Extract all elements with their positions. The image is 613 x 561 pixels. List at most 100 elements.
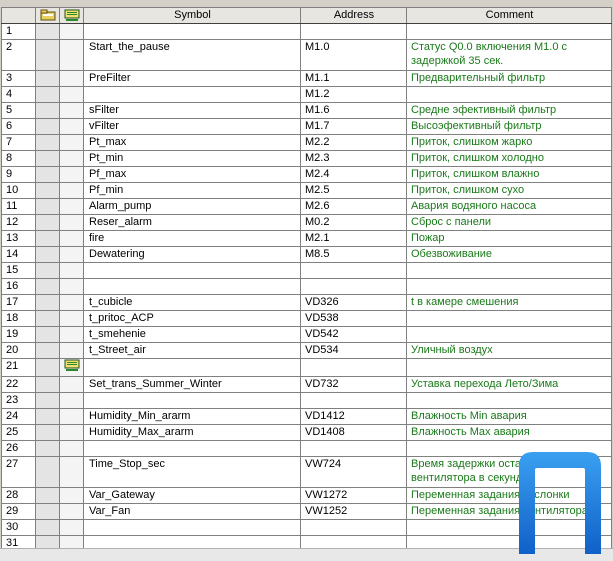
symbol-cell[interactable]: sFilter xyxy=(83,102,301,119)
symbol-cell[interactable]: Pt_min xyxy=(83,150,301,167)
symbol-cell[interactable]: t_cubicle xyxy=(83,294,301,311)
symbol-cell[interactable]: Set_trans_Summer_Winter xyxy=(83,376,301,393)
table-row[interactable]: 24 Humidity_Min_ararm VD1412 Влажность Min … xyxy=(1,408,612,425)
row-number-cell[interactable]: 12 xyxy=(1,214,36,231)
pou-flag-cell[interactable] xyxy=(59,278,84,295)
symbol-cell[interactable]: Pf_max xyxy=(83,166,301,183)
address-cell[interactable]: M2.5 xyxy=(300,182,407,199)
comment-cell[interactable]: Влажность Min авария xyxy=(406,408,612,425)
folder-flag-cell[interactable] xyxy=(35,230,60,247)
folder-flag-cell[interactable] xyxy=(35,214,60,231)
address-cell[interactable]: M1.6 xyxy=(300,102,407,119)
symbol-cell[interactable]: Var_Fan xyxy=(83,503,301,520)
folder-flag-cell[interactable] xyxy=(35,150,60,167)
row-number-cell[interactable]: 9 xyxy=(1,166,36,183)
symbol-cell[interactable]: Humidity_Min_ararm xyxy=(83,408,301,425)
table-row[interactable]: 1 xyxy=(1,23,612,40)
pou-flag-cell[interactable] xyxy=(59,262,84,279)
row-number-cell[interactable]: 18 xyxy=(1,310,36,327)
row-number-cell[interactable]: 4 xyxy=(1,86,36,103)
address-cell[interactable]: M2.6 xyxy=(300,198,407,215)
table-row[interactable]: 19 t_smehenie VD542 xyxy=(1,326,612,343)
folder-flag-cell[interactable] xyxy=(35,166,60,183)
folder-flag-cell[interactable] xyxy=(35,326,60,343)
pou-flag-cell[interactable] xyxy=(59,519,84,536)
address-cell[interactable]: M1.0 xyxy=(300,39,407,71)
address-cell[interactable]: M2.4 xyxy=(300,166,407,183)
comment-cell[interactable]: Уставка перехода Лето/Зима xyxy=(406,376,612,393)
comment-cell[interactable]: Приток, слишком сухо xyxy=(406,182,612,199)
comment-cell[interactable]: t в камере смешения xyxy=(406,294,612,311)
address-cell[interactable]: VD542 xyxy=(300,326,407,343)
table-row[interactable]: 7 Pt_max M2.2 Приток, слишком жарко xyxy=(1,134,612,151)
symbol-cell[interactable] xyxy=(83,262,301,279)
comment-cell[interactable]: Предварительный фильтр xyxy=(406,70,612,87)
comment-cell[interactable]: Авария водяного насоса xyxy=(406,198,612,215)
symbol-cell[interactable]: Dewatering xyxy=(83,246,301,263)
symbol-cell[interactable] xyxy=(83,392,301,409)
comment-cell[interactable]: Уличный воздух xyxy=(406,342,612,359)
symbol-cell[interactable]: Time_Stop_sec xyxy=(83,456,301,488)
table-row[interactable]: 15 xyxy=(1,262,612,279)
folder-flag-cell[interactable] xyxy=(35,102,60,119)
row-number-cell[interactable]: 2 xyxy=(1,39,36,71)
address-cell[interactable]: M2.2 xyxy=(300,134,407,151)
row-number-cell[interactable]: 17 xyxy=(1,294,36,311)
folder-flag-cell[interactable] xyxy=(35,408,60,425)
pou-flag-cell[interactable] xyxy=(59,39,84,71)
folder-flag-cell[interactable] xyxy=(35,440,60,457)
table-row[interactable]: 2 Start_the_pause M1.0 Статус Q0.0 включени… xyxy=(1,39,612,71)
row-number-cell[interactable]: 21 xyxy=(1,358,36,377)
address-cell[interactable]: M1.2 xyxy=(300,86,407,103)
table-row[interactable]: 23 xyxy=(1,392,612,409)
folder-flag-cell[interactable] xyxy=(35,310,60,327)
address-cell[interactable]: VD534 xyxy=(300,342,407,359)
folder-flag-cell[interactable] xyxy=(35,456,60,488)
pou-flag-cell[interactable] xyxy=(59,310,84,327)
pou-flag-cell[interactable] xyxy=(59,23,84,40)
comment-cell[interactable]: Приток, слишком жарко xyxy=(406,134,612,151)
symbol-cell[interactable]: t_smehenie xyxy=(83,326,301,343)
pou-flag-cell[interactable] xyxy=(59,166,84,183)
address-cell[interactable]: VD538 xyxy=(300,310,407,327)
pou-flag-cell[interactable] xyxy=(59,440,84,457)
comment-cell[interactable]: Статус Q0.0 включения M1.0 с задержкой 3… xyxy=(406,39,612,71)
symbol-cell[interactable]: t_Street_air xyxy=(83,342,301,359)
symbol-cell[interactable]: PreFilter xyxy=(83,70,301,87)
folder-flag-cell[interactable] xyxy=(35,39,60,71)
row-number-cell[interactable]: 7 xyxy=(1,134,36,151)
table-row[interactable]: 10 Pf_min M2.5 Приток, слишком сухо xyxy=(1,182,612,199)
folder-flag-cell[interactable] xyxy=(35,424,60,441)
symbol-cell[interactable]: Var_Gateway xyxy=(83,487,301,504)
address-cell[interactable] xyxy=(300,23,407,40)
symbol-cell[interactable]: Reser_alarm xyxy=(83,214,301,231)
symbol-cell[interactable]: Alarm_pump xyxy=(83,198,301,215)
address-cell[interactable] xyxy=(300,358,407,377)
address-cell[interactable]: M2.3 xyxy=(300,150,407,167)
symbol-cell[interactable] xyxy=(83,278,301,295)
folder-flag-cell[interactable] xyxy=(35,246,60,263)
row-number-cell[interactable]: 28 xyxy=(1,487,36,504)
table-row[interactable]: 21 xyxy=(1,358,612,377)
pou-flag-cell[interactable] xyxy=(59,342,84,359)
symbol-cell[interactable] xyxy=(83,86,301,103)
folder-flag-cell[interactable] xyxy=(35,278,60,295)
address-cell[interactable] xyxy=(300,262,407,279)
comment-cell[interactable] xyxy=(406,23,612,40)
pou-flag-cell[interactable] xyxy=(59,134,84,151)
pou-flag-cell[interactable] xyxy=(59,214,84,231)
comment-cell[interactable]: Сброс с панели xyxy=(406,214,612,231)
folder-flag-cell[interactable] xyxy=(35,392,60,409)
row-number-cell[interactable]: 20 xyxy=(1,342,36,359)
table-row[interactable]: 13 fire M2.1 Пожар xyxy=(1,230,612,247)
address-cell[interactable]: M8.5 xyxy=(300,246,407,263)
symbol-cell[interactable]: vFilter xyxy=(83,118,301,135)
table-row[interactable]: 22 Set_trans_Summer_Winter VD732 Уставка пе… xyxy=(1,376,612,393)
column-header-folder[interactable] xyxy=(35,7,60,24)
pou-flag-cell[interactable] xyxy=(59,326,84,343)
table-row[interactable]: 3 PreFilter M1.1 Предварительный фильтр xyxy=(1,70,612,87)
comment-column-header[interactable]: Comment xyxy=(406,7,612,24)
table-row[interactable]: 11 Alarm_pump M2.6 Авария водяного насоса xyxy=(1,198,612,215)
pou-flag-cell[interactable] xyxy=(59,246,84,263)
table-row[interactable]: 18 t_pritoc_ACP VD538 xyxy=(1,310,612,327)
